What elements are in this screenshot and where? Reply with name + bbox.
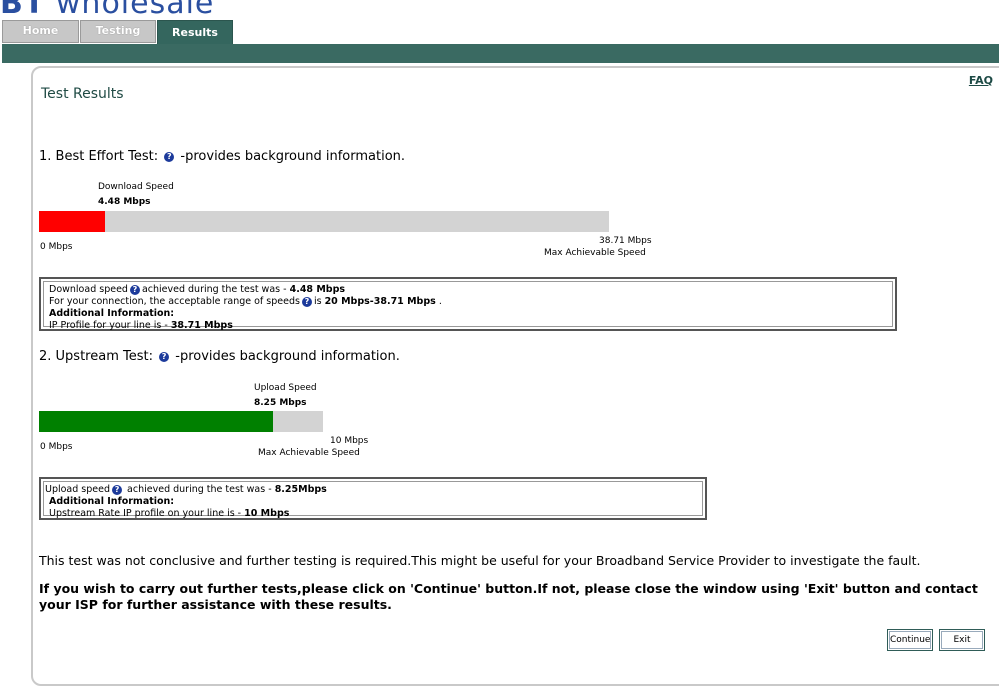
download-speed-fill	[39, 211, 105, 232]
help-icon[interactable]: ?	[129, 284, 140, 295]
upload-speed-label: Upload Speed	[254, 383, 317, 393]
tab-results[interactable]: Results	[157, 20, 233, 45]
exit-button[interactable]: Exit	[939, 629, 985, 651]
best-effort-heading: 1. Best Effort Test: ? -provides backgro…	[39, 149, 406, 164]
continue-button[interactable]: Continue	[887, 629, 933, 651]
tab-home[interactable]: Home	[2, 20, 79, 43]
download-speed-label: Download Speed	[98, 182, 174, 192]
help-icon[interactable]: ?	[164, 151, 175, 162]
page-title: Test Results	[41, 86, 124, 102]
upload-speed-fill	[39, 411, 273, 432]
download-min-label: 0 Mbps	[40, 242, 73, 252]
download-speed-bar	[39, 211, 609, 232]
download-speed-value: 4.48 Mbps	[98, 197, 151, 207]
download-max-value: 38.71 Mbps	[599, 236, 652, 246]
help-icon[interactable]: ?	[159, 351, 170, 362]
help-icon[interactable]: ?	[112, 484, 123, 495]
download-info-box: Download speed? achieved during the test …	[39, 277, 897, 331]
conclusion-text: This test was not conclusive and further…	[39, 553, 921, 568]
upload-speed-value: 8.25 Mbps	[254, 398, 307, 408]
upstream-heading: 2. Upstream Test: ? -provides background…	[39, 349, 400, 364]
upload-max-value: 10 Mbps	[330, 436, 369, 446]
instruction-text: If you wish to carry out further tests,p…	[39, 581, 978, 612]
download-max-label: Max Achievable Speed	[544, 248, 646, 258]
bt-wholesale-logo: BT wholesale	[0, 0, 215, 20]
upload-max-label: Max Achievable Speed	[258, 448, 360, 458]
header-bar	[2, 44, 999, 63]
help-icon[interactable]: ?	[301, 296, 312, 307]
upload-min-label: 0 Mbps	[40, 442, 73, 452]
faq-link[interactable]: FAQ	[969, 74, 993, 87]
tab-testing[interactable]: Testing	[80, 20, 156, 43]
upload-info-box: Upload speed? achieved during the test w…	[39, 477, 707, 520]
